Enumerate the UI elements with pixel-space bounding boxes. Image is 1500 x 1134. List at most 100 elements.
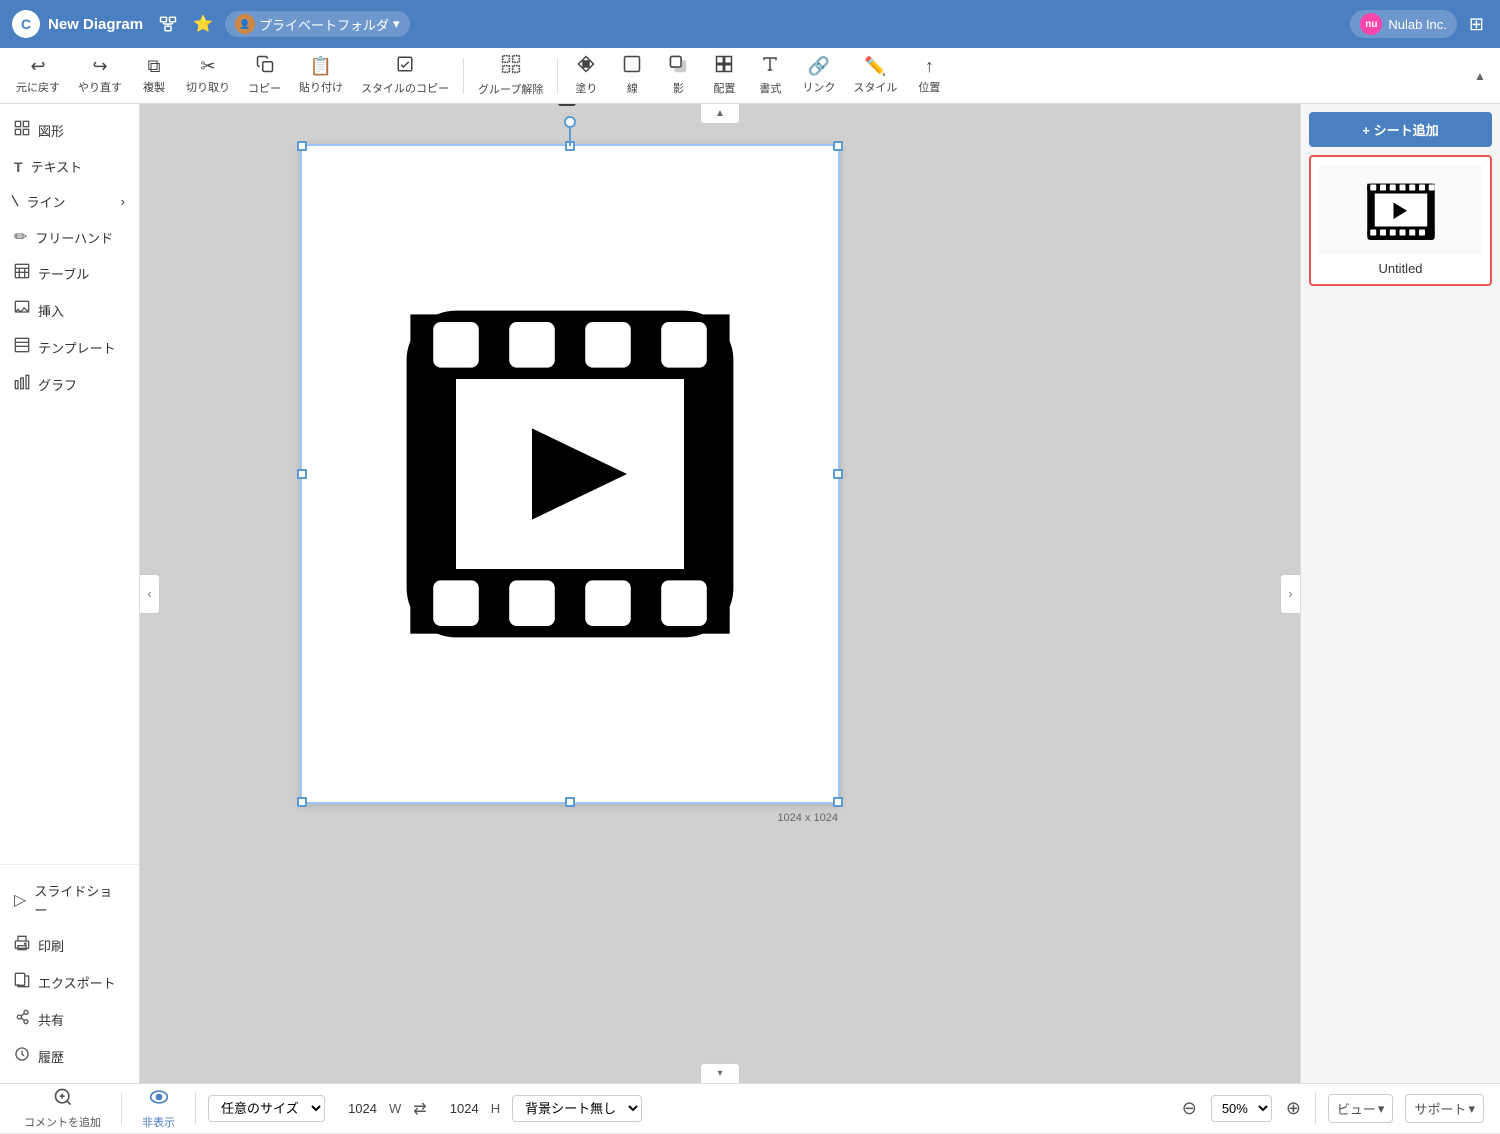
toolbar-divider-1 (463, 58, 464, 94)
duplicate-button[interactable]: ⧉ 複製 (132, 52, 176, 99)
sidebar-item-share[interactable]: 共有 (0, 1001, 139, 1038)
collapse-bottom-btn[interactable]: ▾ (700, 1063, 740, 1083)
sheet-thumbnail (1319, 165, 1482, 255)
collapse-left-btn[interactable]: ‹ (140, 574, 160, 614)
ungroup-button[interactable]: グループ解除 (470, 50, 551, 101)
handle-bot-right[interactable] (833, 797, 843, 807)
collapse-top-btn[interactable]: ▲ (700, 104, 740, 124)
sidebar-item-slideshow[interactable]: ▷ スライドショー (0, 873, 139, 927)
width-value: 1024 (337, 1101, 377, 1116)
sidebar-item-graph[interactable]: グラフ (0, 366, 139, 403)
diagram-canvas[interactable]: 0° 1024 x 1024 (300, 144, 840, 804)
line-icon: / (8, 194, 24, 210)
hide-button[interactable]: 非表示 (134, 1083, 183, 1134)
sidebar-label-table: テーブル (38, 264, 89, 283)
line-style-button[interactable]: 線 (610, 51, 654, 100)
paste-button[interactable]: 📋 貼り付け (291, 52, 351, 99)
sheet-card-untitled[interactable]: Untitled (1309, 155, 1492, 286)
cut-icon: ✂ (200, 56, 215, 77)
link-button[interactable]: 🔗 リンク (794, 52, 843, 99)
view-label: ビュー (1337, 1099, 1376, 1118)
width-unit: W (389, 1101, 401, 1116)
share-icon (14, 1009, 30, 1030)
fill-button[interactable]: 塗り (564, 51, 608, 100)
handle-bot-left[interactable] (297, 797, 307, 807)
sidebar-item-template[interactable]: テンプレート (0, 329, 139, 366)
sidebar-label-print: 印刷 (38, 936, 64, 955)
avatar: nu (1360, 13, 1382, 35)
support-btn[interactable]: サポート ▾ (1405, 1094, 1484, 1123)
star-icon-btn[interactable]: ⭐ (189, 10, 217, 38)
toolbar-divider-2 (557, 58, 558, 94)
line-expand-icon: › (121, 194, 125, 209)
comment-label: コメントを追加 (24, 1114, 101, 1130)
undo-icon: ↩ (30, 56, 45, 77)
comment-button[interactable]: コメントを追加 (16, 1083, 109, 1134)
freehand-icon: ✏ (14, 227, 27, 247)
height-unit: H (491, 1101, 500, 1116)
text-format-icon (761, 55, 779, 78)
sidebar-item-shapes[interactable]: 図形 (0, 112, 139, 149)
sidebar-item-text[interactable]: T テキスト (0, 149, 139, 184)
shapes-icon (14, 120, 30, 141)
grid-menu-btn[interactable]: ⊞ (1465, 10, 1488, 39)
position-button[interactable]: ↑ 位置 (907, 52, 951, 99)
footer: コメントを追加 非表示 任意のサイズ 1024 W ⇄ 1024 H 背景シート… (0, 1083, 1500, 1133)
copy-style-icon (396, 55, 414, 78)
footer-divider-3 (1315, 1093, 1316, 1125)
handle-mid-right[interactable] (833, 469, 843, 479)
chevron-down-icon: ▾ (393, 16, 400, 32)
diagram-icon-btn[interactable] (155, 11, 181, 37)
company-name: Nulab Inc. (1388, 17, 1447, 32)
redo-button[interactable]: ↪ やり直す (70, 52, 130, 99)
handle-mid-left[interactable] (297, 469, 307, 479)
arrange-button[interactable]: 配置 (702, 51, 746, 100)
redo-icon: ↪ (92, 56, 107, 77)
style-button[interactable]: ✏️ スタイル (845, 52, 905, 99)
shadow-button[interactable]: 影 (656, 51, 700, 100)
zoom-out-btn[interactable]: ⊖ (1180, 1096, 1199, 1121)
canvas-area[interactable]: ‹ › ▲ ▾ 0° 1024 x 1024 (140, 104, 1300, 1083)
sidebar-item-export[interactable]: エクスポート (0, 964, 139, 1001)
zoom-in-btn[interactable]: ⊕ (1284, 1096, 1303, 1121)
main-layout: 図形 T テキスト / ライン › ✏ フリーハンド (0, 104, 1500, 1083)
folder-selector[interactable]: 👤 プライベートフォルダ ▾ (225, 11, 410, 37)
header-right: nu Nulab Inc. ⊞ (1350, 10, 1488, 39)
sidebar-label-freehand: フリーハンド (35, 228, 113, 247)
view-btn[interactable]: ビュー ▾ (1328, 1094, 1394, 1123)
sidebar-label-line: ライン (26, 192, 65, 211)
toolbar-collapse-btn[interactable]: ▲ (1468, 64, 1492, 88)
handle-top-left[interactable] (297, 141, 307, 151)
cut-button[interactable]: ✂ 切り取り (178, 52, 238, 99)
fill-icon (577, 55, 595, 78)
sidebar-item-freehand[interactable]: ✏ フリーハンド (0, 219, 139, 255)
text-format-button[interactable]: 書式 (748, 51, 792, 100)
rotation-handle[interactable] (564, 116, 576, 128)
handle-bot-mid[interactable] (565, 797, 575, 807)
sidebar-item-table[interactable]: テーブル (0, 255, 139, 292)
zoom-level-select[interactable]: 50% (1211, 1095, 1272, 1122)
shadow-icon (669, 55, 687, 78)
rotation-line (569, 126, 571, 146)
swap-dimensions-btn[interactable]: ⇄ (413, 1099, 426, 1119)
copy-style-button[interactable]: スタイルのコピー (353, 51, 457, 100)
sidebar: 図形 T テキスト / ライン › ✏ フリーハンド (0, 104, 140, 1083)
sidebar-item-history[interactable]: 履歴 (0, 1038, 139, 1075)
collapse-right-btn[interactable]: › (1280, 574, 1300, 614)
text-icon: T (14, 159, 23, 175)
size-preset-select[interactable]: 任意のサイズ (208, 1095, 325, 1122)
app-title: New Diagram (48, 16, 143, 33)
sidebar-item-print[interactable]: 印刷 (0, 927, 139, 964)
user-info[interactable]: nu Nulab Inc. (1350, 10, 1457, 38)
duplicate-icon: ⧉ (148, 56, 161, 77)
undo-button[interactable]: ↩ 元に戻す (8, 52, 68, 99)
angle-badge: 0° (558, 104, 576, 106)
sidebar-item-insert[interactable]: 挿入 (0, 292, 139, 329)
add-sheet-button[interactable]: + シート追加 (1309, 112, 1492, 147)
background-select[interactable]: 背景シート無し (512, 1095, 642, 1122)
header: C New Diagram ⭐ 👤 プライベートフォルダ ▾ nu Nulab … (0, 0, 1500, 48)
copy-button[interactable]: コピー (240, 51, 289, 100)
handle-top-right[interactable] (833, 141, 843, 151)
sidebar-item-line[interactable]: / ライン › (0, 184, 139, 219)
support-label: サポート (1414, 1099, 1466, 1118)
